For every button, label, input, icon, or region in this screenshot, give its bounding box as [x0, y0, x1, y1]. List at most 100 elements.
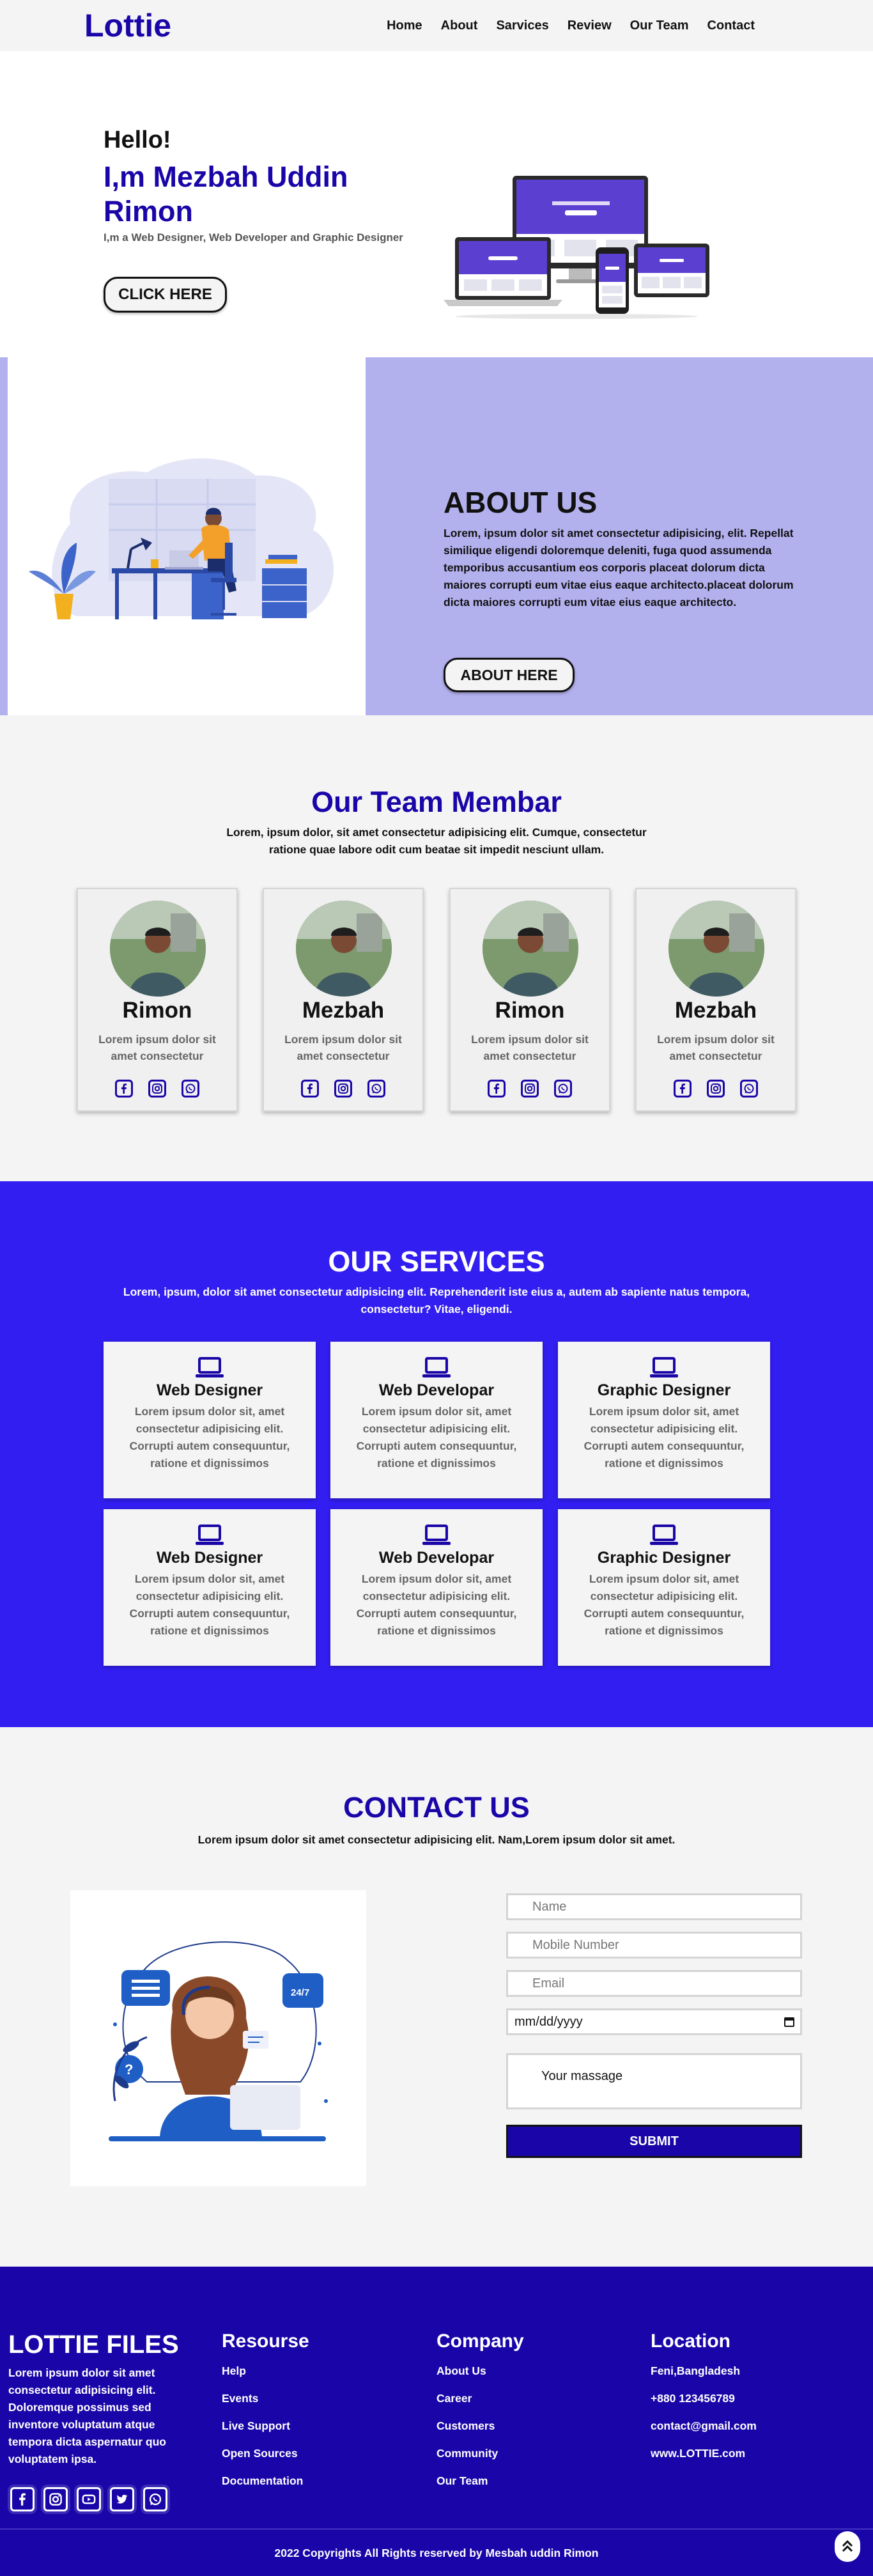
facebook-icon[interactable]	[301, 1080, 319, 1098]
facebook-icon[interactable]	[10, 2487, 35, 2511]
footer-email[interactable]: contact@gmail.com	[651, 2412, 757, 2440]
instagram-icon[interactable]	[521, 1080, 539, 1098]
member-social-links	[264, 1080, 422, 1098]
service-card[interactable]: Web Designer Lorem ipsum dolor sit, amet…	[104, 1342, 316, 1498]
service-text: Lorem ipsum dolor sit, amet consectetur …	[129, 1572, 290, 1637]
footer-description: Lorem ipsum dolor sit amet consectetur a…	[8, 2366, 166, 2465]
member-text: Lorem ipsum dolor sit amet consectetur	[284, 1033, 402, 1062]
footer-link-open-sources[interactable]: Open Sources	[222, 2440, 309, 2467]
service-name: Graphic Designer	[597, 1381, 731, 1399]
scroll-to-top-button[interactable]	[835, 2531, 860, 2562]
footer-phone[interactable]: +880 123456789	[651, 2385, 757, 2412]
hero-subtitle: I,m a Web Designer, Web Developer and Gr…	[104, 231, 403, 244]
service-card[interactable]: Web Designer Lorem ipsum dolor sit, amet…	[104, 1509, 316, 1666]
service-name: Graphic Designer	[597, 1549, 731, 1567]
service-card[interactable]: Graphic Designer Lorem ipsum dolor sit, …	[558, 1342, 770, 1498]
team-subtitle: Lorem, ipsum dolor, sit amet consectetur…	[226, 826, 647, 856]
main-nav: Home About Sarvices Review Our Team Cont…	[368, 17, 755, 34]
footer-link-customers[interactable]: Customers	[436, 2412, 524, 2440]
member-text: Lorem ipsum dolor sit amet consectetur	[657, 1033, 775, 1062]
member-name: Rimon	[495, 998, 565, 1023]
facebook-icon[interactable]	[488, 1080, 506, 1098]
service-text: Lorem ipsum dolor sit, amet consectetur …	[129, 1405, 290, 1470]
facebook-icon[interactable]	[115, 1080, 133, 1098]
whatsapp-icon[interactable]	[367, 1080, 385, 1098]
footer-link-about-us[interactable]: About Us	[436, 2357, 524, 2385]
service-text: Lorem ipsum dolor sit, amet consectetur …	[356, 1572, 517, 1637]
member-text: Lorem ipsum dolor sit amet consectetur	[471, 1033, 589, 1062]
footer-brand: LOTTIE FILES	[8, 2331, 179, 2359]
nav-about[interactable]: About	[441, 17, 478, 34]
team-card: Mezbah Lorem ipsum dolor sit amet consec…	[263, 888, 424, 1112]
about-here-button[interactable]: ABOUT HERE	[444, 658, 575, 692]
youtube-icon[interactable]	[77, 2487, 101, 2511]
twitter-icon[interactable]	[110, 2487, 134, 2511]
instagram-icon[interactable]	[707, 1080, 725, 1098]
footer-address: Feni,Bangladesh	[651, 2364, 741, 2377]
whatsapp-icon[interactable]	[740, 1080, 758, 1098]
footer-link-our-team[interactable]: Our Team	[436, 2467, 524, 2495]
instagram-icon[interactable]	[148, 1080, 166, 1098]
click-here-button[interactable]: CLICK HERE	[104, 277, 227, 313]
service-text: Lorem ipsum dolor sit, amet consectetur …	[583, 1572, 745, 1637]
laptop-icon	[196, 1357, 224, 1377]
mobile-number-field[interactable]: Mobile Number	[506, 1932, 802, 1959]
site-logo[interactable]: Lottie	[84, 6, 171, 45]
team-section: Our Team Membar Lorem, ipsum dolor, sit …	[0, 715, 873, 1181]
date-field[interactable]: mm/dd/yyyy	[506, 2008, 802, 2035]
submit-button[interactable]: SUBMIT	[506, 2125, 802, 2158]
footer-social-links	[10, 2487, 167, 2511]
footer-resourse-title: Resourse	[222, 2331, 309, 2352]
message-field[interactable]: Your massage	[506, 2053, 802, 2109]
service-card[interactable]: Web Developar Lorem ipsum dolor sit, ame…	[330, 1342, 543, 1498]
footer-location-title: Location	[651, 2331, 730, 2352]
nav-home[interactable]: Home	[387, 17, 422, 34]
instagram-icon[interactable]	[334, 1080, 352, 1098]
name-field[interactable]: Name	[506, 1893, 802, 1920]
footer-link-events[interactable]: Events	[222, 2385, 309, 2412]
nav-services[interactable]: Sarvices	[496, 17, 548, 34]
footer-copyright: 2022 Copyrights All Rights reserved by M…	[274, 2547, 599, 2559]
support-agent-illustration: 24/7 ?	[70, 1890, 366, 2186]
service-name: Web Developar	[378, 1381, 495, 1399]
whatsapp-icon[interactable]	[182, 1080, 199, 1098]
nav-our-team[interactable]: Our Team	[630, 17, 689, 34]
services-section: OUR SERVICES Lorem, ipsum, dolor sit ame…	[0, 1181, 873, 1727]
member-text: Lorem ipsum dolor sit amet consectetur	[98, 1033, 216, 1062]
about-title: ABOUT US	[444, 486, 598, 519]
calendar-icon[interactable]	[784, 2016, 795, 2028]
email-field[interactable]: Email	[506, 1970, 802, 1997]
footer-link-community[interactable]: Community	[436, 2440, 524, 2467]
nav-contact[interactable]: Contact	[707, 17, 755, 34]
instagram-icon[interactable]	[43, 2487, 68, 2511]
footer-link-live-support[interactable]: Live Support	[222, 2412, 309, 2440]
whatsapp-icon[interactable]	[554, 1080, 572, 1098]
services-title: OUR SERVICES	[328, 1245, 545, 1278]
about-side-bar	[0, 357, 8, 715]
team-card: Mezbah Lorem ipsum dolor sit amet consec…	[635, 888, 796, 1112]
hero-name: I,m Mezbah Uddin Rimon	[104, 160, 348, 228]
footer-website[interactable]: www.LOTTIE.com	[651, 2440, 757, 2467]
avatar	[668, 901, 764, 997]
hero-greeting: Hello!	[104, 127, 171, 153]
avatar	[296, 901, 392, 997]
contact-section: CONTACT US Lorem ipsum dolor sit amet co…	[0, 1727, 873, 2267]
service-card[interactable]: Web Developar Lorem ipsum dolor sit, ame…	[330, 1509, 543, 1666]
member-name: Mezbah	[302, 998, 385, 1023]
member-social-links	[451, 1080, 609, 1098]
whatsapp-icon[interactable]	[143, 2487, 167, 2511]
nav-review[interactable]: Review	[568, 17, 612, 34]
member-name: Mezbah	[674, 998, 757, 1023]
site-footer: LOTTIE FILES Lorem ipsum dolor sit amet …	[0, 2267, 873, 2576]
service-name: Web Designer	[156, 1381, 263, 1399]
footer-link-help[interactable]: Help	[222, 2357, 309, 2385]
service-card[interactable]: Graphic Designer Lorem ipsum dolor sit, …	[558, 1509, 770, 1666]
laptop-icon	[422, 1357, 451, 1377]
footer-link-career[interactable]: Career	[436, 2385, 524, 2412]
about-text: Lorem, ipsum dolor sit amet consectetur …	[444, 527, 794, 609]
footer-link-documentation[interactable]: Documentation	[222, 2467, 309, 2495]
footer-company-column: Company About Us Career Customers Commun…	[436, 2331, 524, 2495]
svg-text:24/7: 24/7	[291, 1987, 309, 1998]
facebook-icon[interactable]	[674, 1080, 691, 1098]
laptop-icon	[196, 1525, 224, 1545]
